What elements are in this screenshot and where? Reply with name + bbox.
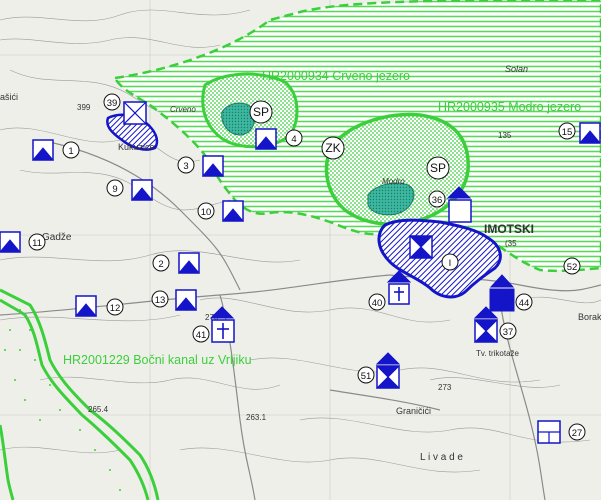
marker-1[interactable]: 1 bbox=[62, 141, 80, 159]
marker-39[interactable]: 39 bbox=[103, 93, 121, 111]
svg-text:3: 3 bbox=[183, 161, 188, 172]
svg-text:15: 15 bbox=[562, 127, 573, 138]
window-grid-icon[interactable] bbox=[537, 420, 561, 444]
svg-text:13: 13 bbox=[155, 295, 166, 306]
place-bora: Borak bbox=[578, 312, 601, 322]
code-zk: ZK bbox=[321, 136, 345, 160]
marker-3[interactable]: 3 bbox=[177, 156, 195, 174]
svg-text:51: 51 bbox=[361, 371, 372, 382]
triangle-in-square-icon[interactable] bbox=[74, 295, 98, 317]
place-trikotaze: Tv. trikotaže bbox=[476, 349, 520, 358]
marker-36[interactable]: 36 bbox=[428, 190, 446, 208]
place-asici: ašići bbox=[0, 92, 18, 102]
place-imotski: IMOTSKI bbox=[484, 222, 534, 236]
marker-2[interactable]: 2 bbox=[152, 254, 170, 272]
triangle-in-square-icon[interactable] bbox=[177, 252, 201, 274]
svg-text:52: 52 bbox=[567, 262, 578, 273]
marker-13[interactable]: 13 bbox=[151, 290, 169, 308]
marker-9[interactable]: 9 bbox=[106, 179, 124, 197]
marker-51[interactable]: 51 bbox=[357, 366, 375, 384]
zone-label-crveno: HR2000934 Crveno jezero bbox=[262, 69, 410, 83]
marker-44[interactable]: 44 bbox=[515, 293, 533, 311]
marker-11[interactable]: 11 bbox=[28, 233, 46, 251]
triangle-in-square-icon[interactable] bbox=[0, 231, 22, 253]
place-granicici: Graničići bbox=[396, 406, 431, 416]
place-modro: Modro bbox=[382, 177, 405, 186]
svg-text:SP: SP bbox=[430, 161, 446, 175]
place-gadze: Gadže bbox=[42, 232, 72, 243]
svg-text:36: 36 bbox=[432, 195, 443, 206]
marker-37[interactable]: 37 bbox=[499, 322, 517, 340]
zone-label-modro: HR2000935 Modro jezero bbox=[438, 100, 581, 114]
height-35: (35 bbox=[505, 239, 517, 248]
svg-text:40: 40 bbox=[372, 298, 383, 309]
hourglass-in-square-icon[interactable] bbox=[408, 235, 434, 259]
svg-text:SP: SP bbox=[253, 105, 269, 119]
svg-text:10: 10 bbox=[201, 207, 212, 218]
marker-40[interactable]: 40 bbox=[368, 293, 386, 311]
place-crveno: Crveno bbox=[170, 105, 196, 114]
svg-text:4: 4 bbox=[291, 134, 296, 145]
marker-4[interactable]: 4 bbox=[285, 129, 303, 147]
height-273: 273 bbox=[438, 383, 452, 392]
code-sp-crveno: SP bbox=[249, 100, 273, 124]
height-2654: 265.4 bbox=[88, 405, 109, 414]
svg-text:44: 44 bbox=[519, 298, 530, 309]
triangle-in-square-icon[interactable] bbox=[578, 122, 601, 144]
svg-text:41: 41 bbox=[196, 330, 207, 341]
place-livade: L i v a d e bbox=[420, 452, 463, 463]
triangle-in-square-icon[interactable] bbox=[221, 200, 245, 222]
svg-text:9: 9 bbox=[112, 184, 117, 195]
triangle-in-square-icon[interactable] bbox=[201, 155, 225, 177]
marker-27[interactable]: 27 bbox=[568, 423, 586, 441]
marker-41[interactable]: 41 bbox=[192, 325, 210, 343]
height-399: 399 bbox=[77, 103, 91, 112]
map-canvas[interactable]: HR2000934 Crveno jezero HR2000935 Modro … bbox=[0, 0, 601, 500]
svg-text:27: 27 bbox=[572, 428, 583, 439]
svg-text:I: I bbox=[449, 258, 452, 269]
triangle-in-square-icon[interactable] bbox=[174, 289, 198, 311]
svg-text:ZK: ZK bbox=[325, 141, 340, 155]
svg-text:12: 12 bbox=[110, 303, 121, 314]
marker-52[interactable]: 52 bbox=[563, 257, 581, 275]
marker-12[interactable]: 12 bbox=[106, 298, 124, 316]
svg-text:2: 2 bbox=[158, 259, 163, 270]
crossed-square-icon[interactable] bbox=[123, 101, 147, 125]
svg-text:11: 11 bbox=[32, 238, 42, 249]
svg-text:37: 37 bbox=[503, 327, 514, 338]
code-sp-modro: SP bbox=[426, 156, 450, 180]
triangle-in-square-icon[interactable] bbox=[130, 179, 154, 201]
height-263: 263.1 bbox=[246, 413, 267, 422]
marker-10[interactable]: 10 bbox=[197, 202, 215, 220]
triangle-in-square-icon[interactable] bbox=[254, 128, 278, 150]
svg-text:1: 1 bbox=[68, 146, 73, 157]
place-kukunce: Kukuzice bbox=[118, 142, 155, 152]
svg-text:39: 39 bbox=[107, 98, 118, 109]
place-solan: Solan bbox=[505, 64, 528, 74]
zone-label-kanal: HR2001229 Bočni kanal uz Vrljiku bbox=[63, 353, 252, 367]
height-135: 135 bbox=[498, 131, 512, 140]
triangle-in-square-icon[interactable] bbox=[31, 139, 55, 161]
marker-15[interactable]: 15 bbox=[558, 122, 576, 140]
marker-i[interactable]: I bbox=[441, 253, 459, 271]
